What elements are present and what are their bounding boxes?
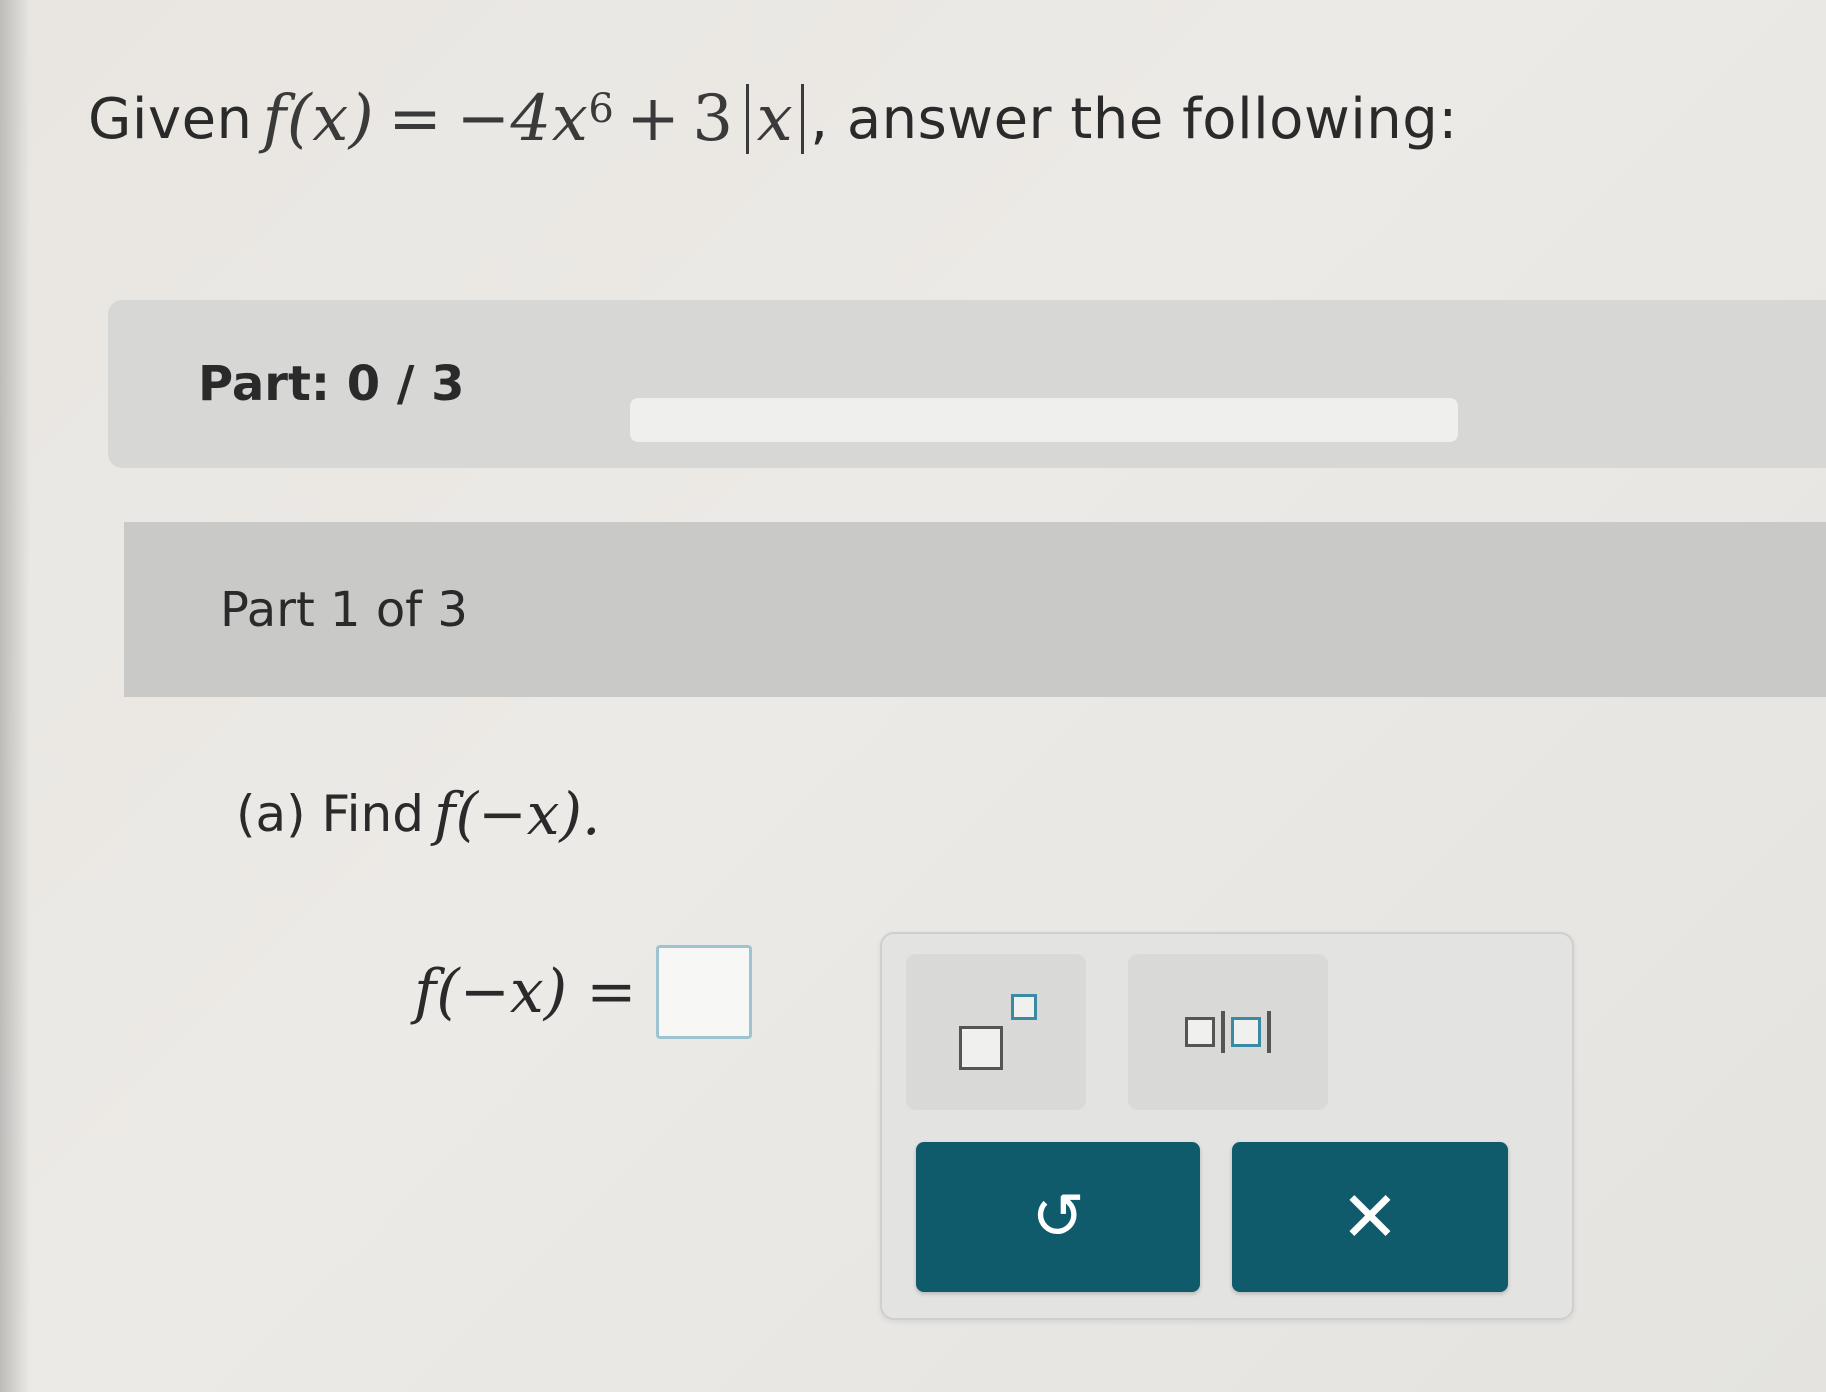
answer-input[interactable] [656,945,753,1039]
problem-lead: Given [88,86,253,152]
plus-sign: + [626,82,681,156]
exponent-box [1011,994,1037,1020]
function-name: f(x) [262,82,375,156]
answer-lhs: f(−x) = [414,957,637,1027]
screen-edge-shadow [0,0,30,1392]
absolute-value-template-button[interactable] [1128,954,1328,1110]
absolute-value: x [745,81,805,156]
function-formula: f(x) = −4x 6 + 3 x [263,82,805,156]
term-power: −4x [456,82,589,156]
part-progress-band: Part: 0 / 3 [108,300,1826,468]
progress-bar [630,398,1458,442]
part-header-label: Part 1 of 3 [220,582,468,638]
abs-right-bar [1267,1011,1271,1053]
question-prefix: (a) Find [236,785,424,843]
exponent-template-button[interactable] [906,954,1086,1110]
clear-icon: ✕ [1340,1176,1400,1258]
question-expression: f(−x). [434,780,601,848]
answer-row: f(−x) = [414,945,753,1039]
abs-variable: x [756,81,794,156]
abs-inner-box [1231,1017,1261,1047]
equals-sign: = [388,82,443,156]
base-box [959,1026,1003,1070]
question-prompt: (a) Find f(−x). [236,780,600,848]
undo-button[interactable]: ↺ [916,1142,1200,1292]
coefficient-box [1185,1017,1215,1047]
absolute-value-template-icon [1185,1011,1271,1053]
part-header: Part 1 of 3 [124,522,1826,697]
undo-icon: ↺ [1031,1180,1085,1254]
problem-tail: , answer the following: [810,86,1458,152]
exponent: 6 [588,86,615,132]
math-keypad: ↺ ✕ [880,932,1574,1320]
part-progress-label: Part: 0 / 3 [198,356,465,412]
problem-statement: Given f(x) = −4x 6 + 3 x , answer the fol… [88,82,1458,156]
exponent-template-icon [951,992,1041,1072]
clear-button[interactable]: ✕ [1232,1142,1508,1292]
coefficient: 3 [692,82,734,156]
abs-left-bar [1221,1011,1225,1053]
